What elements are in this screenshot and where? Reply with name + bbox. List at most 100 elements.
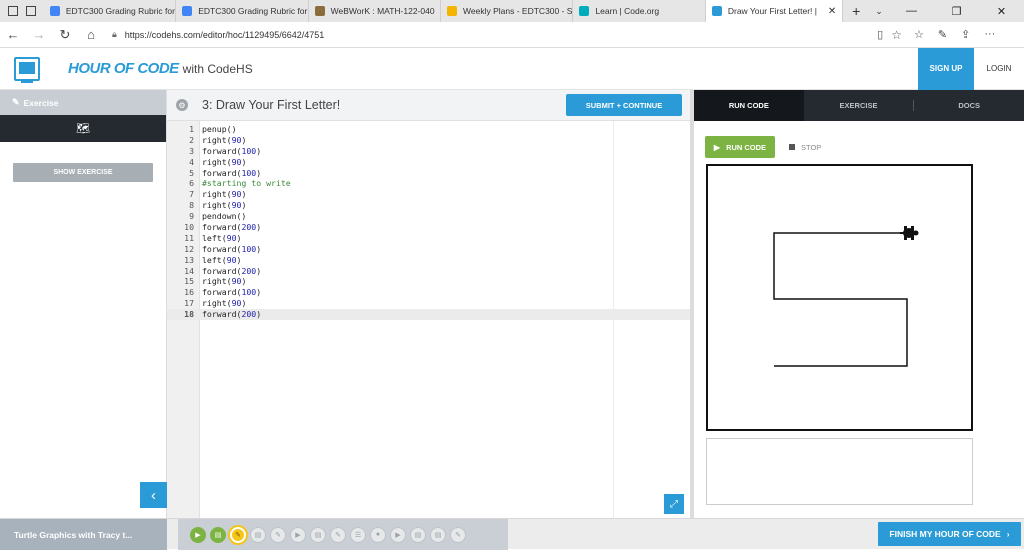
brand[interactable]: HOUR OF CODE with CodeHS xyxy=(68,60,253,77)
more-icon[interactable]: ··· xyxy=(984,28,995,41)
bottom-bar: Turtle Graphics with Tracy t... ▶ ▤ ✎ ▤ ✎ ▶ ▤ ✎… xyxy=(0,518,1024,550)
doc-icon[interactable]: ▤ xyxy=(410,526,426,543)
login-button[interactable]: LOGIN xyxy=(974,48,1024,90)
code-line[interactable]: 10 forward(200) xyxy=(167,222,690,233)
codehs-logo-icon[interactable] xyxy=(14,56,40,83)
code-line[interactable]: 13 left(90) xyxy=(167,255,690,266)
line-number: 12 xyxy=(184,243,194,254)
video-icon[interactable]: ▶ xyxy=(190,526,206,543)
favorites-icon[interactable]: ☆ xyxy=(914,28,924,41)
tabs-aside-icon[interactable] xyxy=(25,6,36,16)
close-tab-icon[interactable]: ✕ xyxy=(824,6,836,17)
finish-label: FINISH MY HOUR OF CODE xyxy=(889,529,1001,539)
browser-tools: ☆ ✎ ⇪ ··· xyxy=(914,28,995,41)
browser-tab[interactable]: EDTC300 Grading Rubric for xyxy=(176,0,309,22)
notes-icon[interactable]: ✎ xyxy=(938,28,947,41)
map-icon[interactable]: 🗺︎ xyxy=(76,122,90,135)
browser-tab[interactable]: Learn | Code.org xyxy=(573,0,706,22)
code-line[interactable]: 3 forward(100) xyxy=(167,146,690,157)
pencil-icon[interactable]: ✎ xyxy=(270,526,286,543)
code-line[interactable]: 6 #starting to write xyxy=(167,178,690,189)
doc-icon[interactable]: ▤ xyxy=(430,526,446,543)
code-text: right(90) xyxy=(202,134,247,145)
stop-button[interactable]: STOP xyxy=(789,143,821,152)
tab-run-code[interactable]: RUN CODE xyxy=(694,90,804,121)
line-number: 9 xyxy=(189,211,194,222)
new-tab-icon[interactable]: + xyxy=(843,0,869,22)
code-line[interactable]: 17 right(90) xyxy=(167,298,690,309)
dot-icon[interactable]: ● xyxy=(370,526,386,543)
code-line[interactable]: 5 forward(100) xyxy=(167,168,690,179)
code-text: forward(100) xyxy=(202,145,262,156)
share-icon[interactable]: ⇪ xyxy=(961,28,970,41)
refresh-icon[interactable]: ↻ xyxy=(52,27,78,43)
code-line[interactable]: 15 right(90) xyxy=(167,276,690,287)
code-editor[interactable]: 1 penup() 2 right(90) 3 forward(100) 4 right(90… xyxy=(167,121,690,518)
pencil-icon[interactable]: ✎ xyxy=(230,526,246,543)
code-line[interactable]: 9 pendown() xyxy=(167,211,690,222)
code-text: forward(200) xyxy=(202,309,262,320)
code-text: penup() xyxy=(202,124,237,134)
sidebar-header: ✎ Exercise xyxy=(0,90,166,115)
pencil-icon[interactable]: ✎ xyxy=(450,526,466,543)
forward-icon[interactable]: → xyxy=(26,27,52,42)
restore-icon[interactable]: ❐ xyxy=(934,0,979,22)
close-window-icon[interactable]: ✕ xyxy=(979,0,1024,22)
browser-tab[interactable]: EDTC300 Grading Rubric for xyxy=(44,0,177,22)
panel-divider[interactable] xyxy=(690,90,694,518)
tab-exercise[interactable]: EXERCISE xyxy=(804,90,914,121)
code-line[interactable]: 14 forward(200) xyxy=(167,266,690,277)
window-controls: — ❐ ✕ xyxy=(889,0,1024,22)
video-icon[interactable]: ▶ xyxy=(390,526,406,543)
home-icon[interactable]: ⌂ xyxy=(78,27,104,42)
lesson-title[interactable]: Turtle Graphics with Tracy t... xyxy=(0,519,167,550)
browser-tab[interactable]: Weekly Plans - EDTC300 - S xyxy=(441,0,574,22)
docs-icon xyxy=(182,6,193,16)
play-icon: ▶ xyxy=(713,142,721,152)
url-field[interactable]: 🔒︎ https://codehs.com/editor/hoc/1129495… xyxy=(112,25,902,45)
show-exercise-button[interactable]: SHOW EXERCISE xyxy=(13,163,153,182)
code-line[interactable]: 2 right(90) xyxy=(167,135,690,146)
tab-title: Learn | Code.org xyxy=(595,6,660,16)
list-icon[interactable]: ☰ xyxy=(350,526,366,543)
set-aside-tabs-icon[interactable] xyxy=(7,6,18,16)
expand-editor-icon[interactable]: ⤢ xyxy=(664,494,684,514)
minimize-icon[interactable]: — xyxy=(889,0,934,22)
url-text: https://codehs.com/editor/hoc/1129495/66… xyxy=(124,29,325,40)
doc-icon[interactable]: ▤ xyxy=(210,526,226,543)
doc-icon[interactable]: ▤ xyxy=(310,526,326,543)
tab-title: EDTC300 Grading Rubric for xyxy=(65,6,175,16)
browser-tab[interactable]: WeBWorK : MATH-122-040 xyxy=(309,0,442,22)
tab-docs[interactable]: DOCS xyxy=(914,90,1024,121)
run-code-button[interactable]: ▶ RUN CODE xyxy=(705,136,775,158)
tab-list-chevron-icon[interactable]: ⌄ xyxy=(869,0,889,22)
code-line[interactable]: 8 right(90) xyxy=(167,200,690,211)
browser-tab-active[interactable]: Draw Your First Letter! | ✕ xyxy=(705,0,844,22)
code-line[interactable]: 16 forward(100) xyxy=(167,287,690,298)
webwork-icon xyxy=(314,6,325,16)
code-text: pendown() xyxy=(202,211,247,222)
code-line[interactable]: 11 left(90) xyxy=(167,233,690,244)
submit-continue-button[interactable]: SUBMIT + CONTINUE xyxy=(566,94,682,116)
code-line[interactable]: 7 right(90) xyxy=(167,189,690,200)
sign-up-button[interactable]: SIGN UP xyxy=(918,47,974,90)
line-number: 10 xyxy=(184,222,194,233)
code-text: right(90) xyxy=(202,156,247,167)
tab-title: Draw Your First Letter! | xyxy=(727,6,817,16)
code-line[interactable]: 1 penup() xyxy=(167,124,690,135)
reading-view-icon[interactable]: ▯ xyxy=(877,28,883,41)
doc-icon[interactable]: ▤ xyxy=(250,526,266,543)
favorite-star-icon[interactable]: ☆ xyxy=(891,28,902,42)
run-controls: ▶ RUN CODE STOP xyxy=(705,136,821,158)
code-line[interactable]: 12 forward(100) xyxy=(167,244,690,255)
gear-icon[interactable]: ⚙ xyxy=(176,99,188,111)
pencil-icon[interactable]: ✎ xyxy=(330,526,346,543)
code-line[interactable]: 18 forward(200) xyxy=(167,309,690,321)
code-text: right(90) xyxy=(202,298,247,309)
finish-hour-of-code-button[interactable]: FINISH MY HOUR OF CODE › xyxy=(878,522,1021,546)
back-icon[interactable]: ← xyxy=(0,27,26,42)
video-icon[interactable]: ▶ xyxy=(290,526,306,543)
collapse-sidebar-chevron-icon[interactable]: ‹ xyxy=(140,482,167,508)
code-line[interactable]: 4 right(90) xyxy=(167,157,690,168)
code-lines[interactable]: 1 penup() 2 right(90) 3 forward(100) 4 right(90… xyxy=(167,124,690,321)
